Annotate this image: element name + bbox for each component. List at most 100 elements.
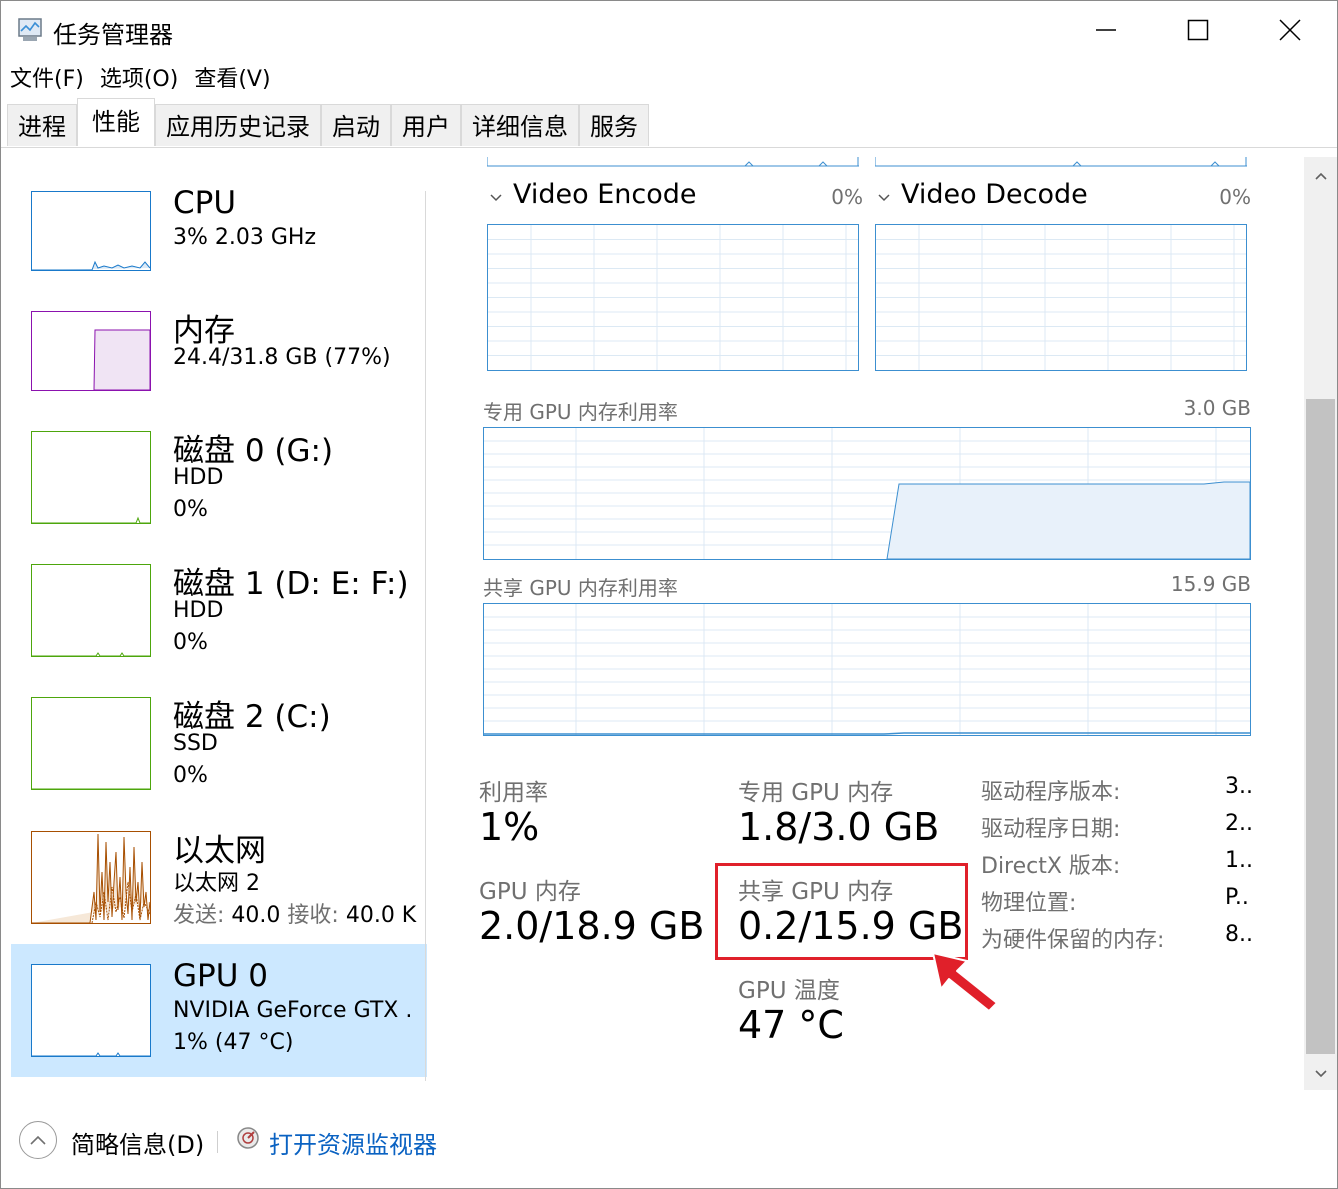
ethernet-thumbnail-graph [31, 831, 151, 924]
info-label: 驱动程序版本: [981, 780, 1121, 805]
send-label: 发送: [173, 903, 225, 928]
resource-item-ethernet[interactable]: 以太网 以太网 2 发送: 40.0 接收: 40.0 K [11, 811, 427, 944]
resource-item-memory[interactable]: 内存 24.4/31.8 GB (77%) [11, 291, 427, 424]
gpu-thumbnail-graph [31, 964, 151, 1057]
resource-detail: NVIDIA GeForce GTX . [173, 998, 413, 1023]
gpu-temperature-label: GPU 温度 [738, 978, 840, 1004]
resource-detail: HDD [173, 598, 224, 623]
task-manager-window: 任务管理器 文件(F) 选项(O) 查看(V) 进程 性能 应用历史记录 启动 … [0, 0, 1338, 1189]
menu-file[interactable]: 文件(F) [1, 59, 92, 99]
shared-memory-graph-max: 15.9 GB [1170, 572, 1251, 596]
panel-divider [425, 191, 426, 1081]
resource-name: 以太网 [173, 833, 266, 869]
info-value: 8.. [1225, 922, 1253, 947]
minimize-button[interactable] [1060, 1, 1152, 59]
minimize-icon [1096, 29, 1116, 31]
info-value: P.. [1225, 885, 1249, 910]
info-label: 物理位置: [981, 891, 1077, 916]
close-button[interactable] [1244, 1, 1336, 59]
open-resource-monitor-link[interactable]: 打开资源监视器 [269, 1125, 437, 1160]
shared-memory-graph-label: 共享 GPU 内存利用率 [483, 576, 678, 600]
grid [484, 604, 1250, 735]
resource-detail-percent: 0% [173, 763, 208, 788]
disk0-thumbnail-graph [31, 431, 151, 524]
disk1-thumbnail-graph [31, 564, 151, 657]
video-decode-graph [875, 224, 1247, 371]
menu-options[interactable]: 选项(O) [92, 59, 186, 99]
cpu-thumbnail-graph [31, 191, 151, 271]
info-label: DirectX 版本: [981, 854, 1121, 879]
resource-name: GPU 0 [173, 958, 268, 994]
resource-name: 磁盘 0 (G:) [173, 433, 334, 469]
info-label: 为硬件保留的内存: [981, 928, 1165, 953]
footer-separator [217, 1131, 218, 1153]
fewer-details-button[interactable] [19, 1121, 57, 1159]
tab-performance[interactable]: 性能 [77, 98, 155, 146]
dedicated-memory-graph-max: 3.0 GB [1183, 396, 1251, 420]
maximize-icon [1187, 19, 1209, 41]
dedicated-memory-graph [483, 427, 1251, 560]
gpu-temperature-value: 47 °C [738, 1003, 844, 1047]
ethernet-throughput: 发送: 40.0 接收: 40.0 K [173, 897, 416, 929]
video-encode-graph [487, 224, 859, 371]
resource-detail-percent: 0% [173, 497, 208, 522]
dedicated-memory-label: 专用 GPU 内存 [738, 780, 894, 806]
resource-name: 磁盘 1 (D: E: F:) [173, 566, 409, 602]
grid [876, 225, 1246, 370]
fewer-details-label[interactable]: 简略信息(D) [71, 1125, 204, 1160]
tab-details[interactable]: 详细信息 [461, 104, 579, 146]
shared-memory-graph [483, 603, 1251, 736]
resource-item-cpu[interactable]: CPU 3% 2.03 GHz [11, 171, 427, 304]
window-title: 任务管理器 [53, 21, 173, 49]
info-value: 3.. [1225, 774, 1253, 799]
tab-processes[interactable]: 进程 [7, 104, 77, 146]
grid [488, 225, 858, 370]
tab-startup[interactable]: 启动 [321, 104, 391, 146]
scroll-up-arrow[interactable] [1304, 161, 1337, 191]
scroll-down-arrow[interactable] [1304, 1059, 1337, 1089]
resource-monitor-icon[interactable] [235, 1125, 261, 1151]
receive-label: 接收: [287, 903, 339, 928]
chevron-down-icon[interactable] [488, 189, 504, 205]
engine-title-encode: Video Encode [513, 179, 697, 210]
info-value: 1.. [1225, 848, 1253, 873]
resource-item-disk-1[interactable]: 磁盘 1 (D: E: F:) HDD 0% [11, 544, 427, 677]
disk2-thumbnail-graph [31, 697, 151, 790]
utilization-value: 1% [479, 805, 540, 849]
chevron-up-icon [30, 1135, 46, 1145]
close-icon [1279, 19, 1301, 41]
resource-name: 内存 [173, 313, 235, 349]
gpu-memory-label: GPU 内存 [479, 879, 581, 905]
task-manager-app-icon [18, 18, 42, 41]
scrollbar-thumb[interactable] [1306, 399, 1335, 1054]
tab-bar: 进程 性能 应用历史记录 启动 用户 详细信息 服务 [7, 98, 649, 147]
tab-divider [1, 147, 1337, 148]
resource-detail: 24.4/31.8 GB (77%) [173, 345, 391, 370]
memory-thumbnail-graph [31, 311, 151, 391]
resource-detail-percent: 1% (47 °C) [173, 1030, 294, 1055]
chevron-down-icon [1314, 1070, 1327, 1078]
info-label: 驱动程序日期: [981, 817, 1121, 842]
resource-detail: HDD [173, 465, 224, 490]
resource-item-disk-0[interactable]: 磁盘 0 (G:) HDD 0% [11, 411, 427, 544]
resource-name: CPU [173, 185, 237, 221]
menu-view[interactable]: 查看(V) [186, 59, 278, 99]
send-value: 40.0 [231, 903, 281, 928]
engine-percent-encode: 0% [831, 185, 863, 209]
tab-app-history[interactable]: 应用历史记录 [155, 104, 321, 146]
chevron-down-icon[interactable] [876, 189, 892, 205]
engine-graph-partial-left [487, 157, 859, 167]
engine-graph-partial-right [875, 157, 1247, 167]
tab-users[interactable]: 用户 [391, 104, 461, 146]
grid [484, 428, 1251, 560]
footer-bar: 简略信息(D) 打开资源监视器 [1, 1111, 1337, 1171]
resource-item-gpu-0[interactable]: GPU 0 NVIDIA GeForce GTX . 1% (47 °C) [11, 944, 427, 1077]
receive-value: 40.0 K [345, 903, 417, 928]
resource-name: 磁盘 2 (C:) [173, 699, 331, 735]
title-bar: 任务管理器 [1, 1, 1337, 59]
maximize-button[interactable] [1152, 1, 1244, 59]
tab-services[interactable]: 服务 [579, 104, 649, 146]
resource-detail: SSD [173, 731, 218, 756]
menu-bar: 文件(F) 选项(O) 查看(V) [1, 59, 279, 99]
resource-item-disk-2[interactable]: 磁盘 2 (C:) SSD 0% [11, 677, 427, 810]
